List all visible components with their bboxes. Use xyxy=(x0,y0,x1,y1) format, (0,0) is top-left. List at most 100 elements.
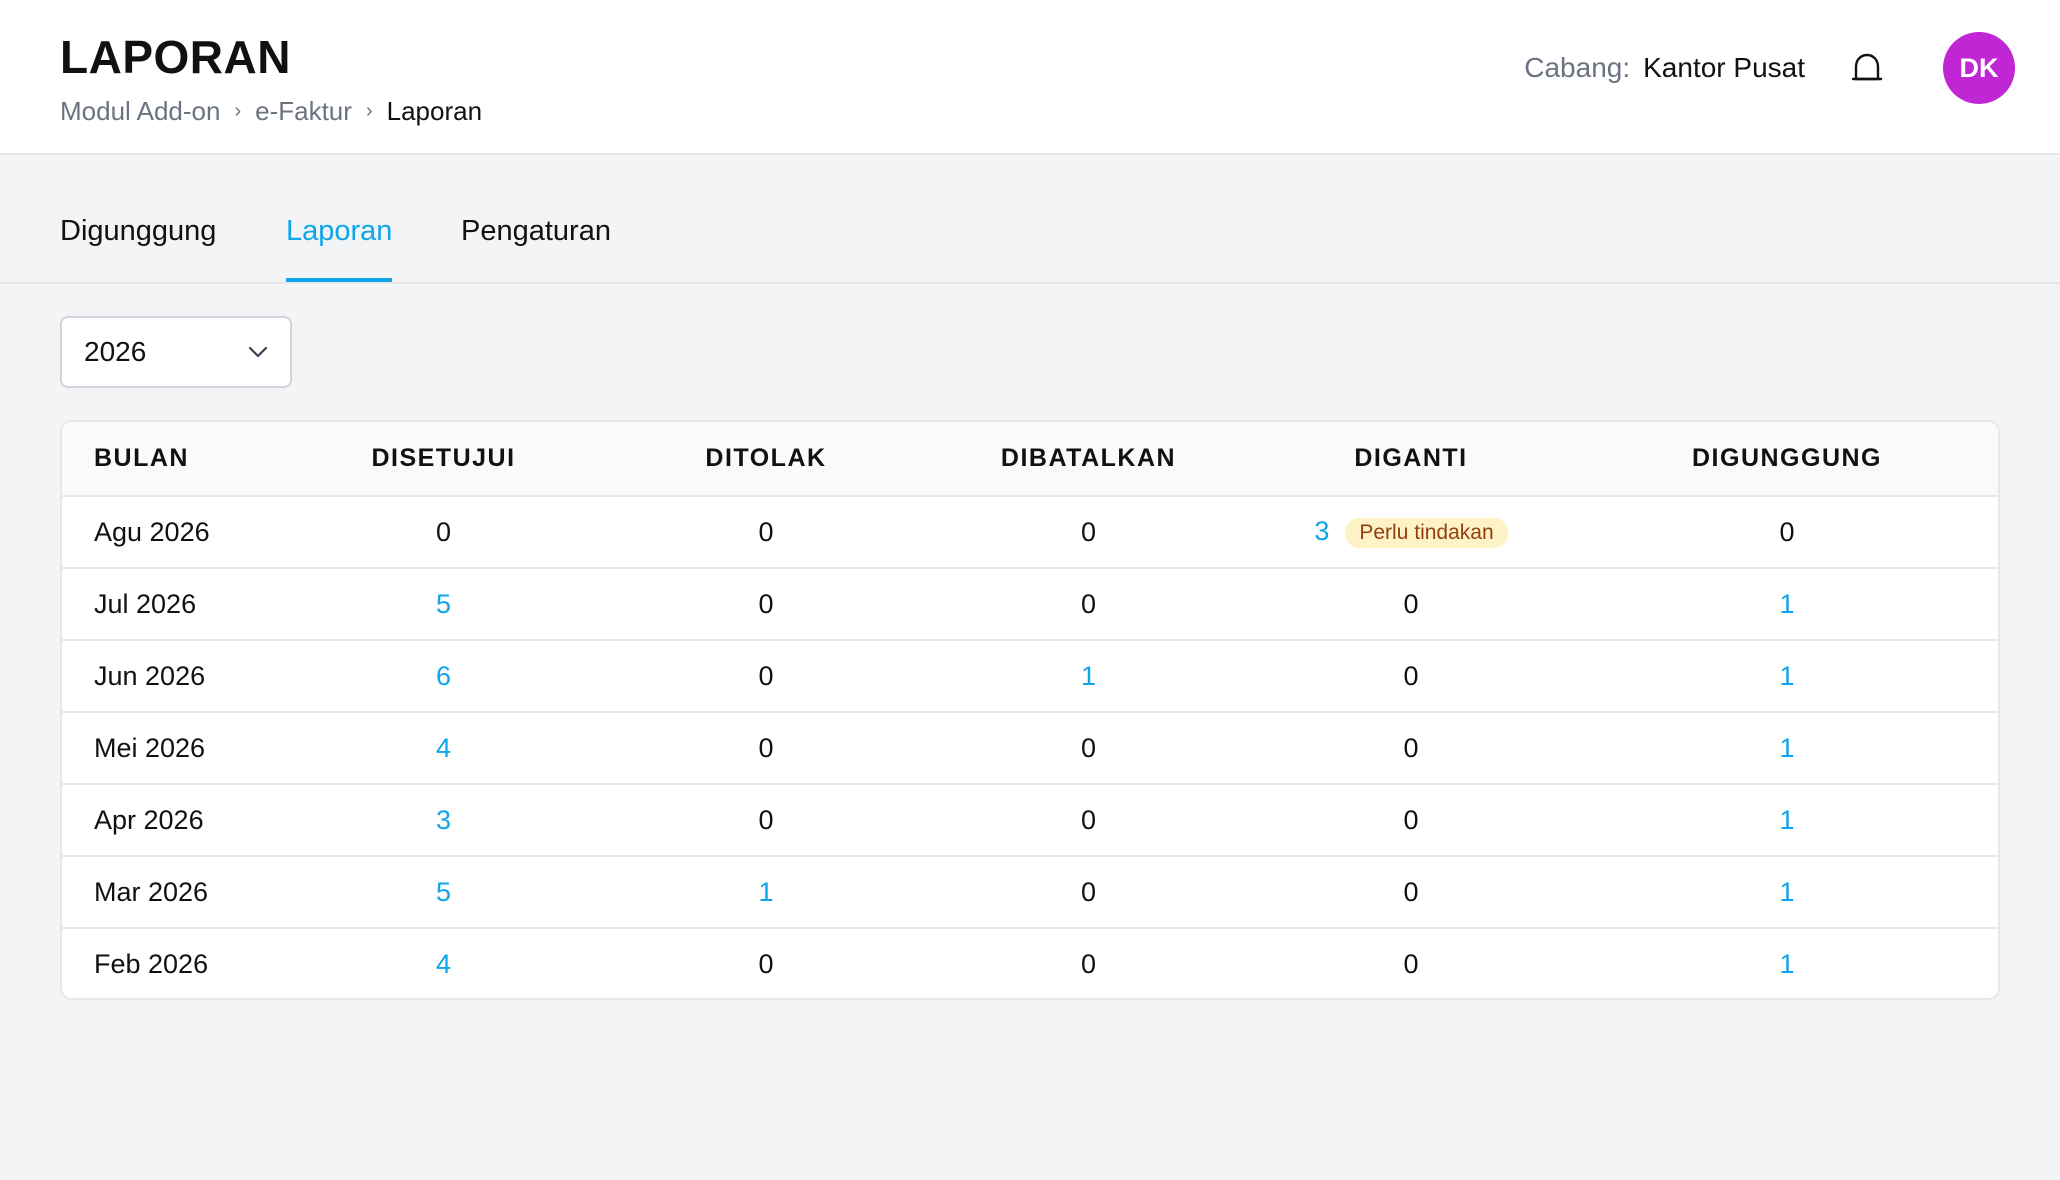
cell-disetujui: 5 xyxy=(282,567,605,640)
cell-bulan: Jul 2026 xyxy=(62,567,282,640)
cell-disetujui-value[interactable]: 5 xyxy=(436,589,451,619)
table-row: Agu 2026 0 0 0 3 Perlu tindakan 0 xyxy=(62,496,1998,568)
cell-disetujui: 5 xyxy=(282,855,605,928)
year-select[interactable]: 2026 xyxy=(60,316,292,388)
cell-dibatalkan: 0 xyxy=(927,855,1250,928)
cell-dibatalkan-value: 0 xyxy=(1080,804,1097,835)
status-badge: Perlu tindakan xyxy=(1345,517,1508,548)
cell-dibatalkan-value: 0 xyxy=(1080,588,1097,619)
cell-ditolak: 0 xyxy=(605,567,927,640)
cell-ditolak: 0 xyxy=(605,711,927,784)
cell-diganti: 0 xyxy=(1250,567,1572,640)
cell-diganti: 0 xyxy=(1250,855,1572,928)
header-actions: Cabang: Kantor Pusat DK xyxy=(1524,32,2015,104)
cell-digunggung-value[interactable]: 1 xyxy=(1779,589,1794,619)
tab-digunggung[interactable]: Digunggung xyxy=(60,215,216,282)
cell-digunggung: 1 xyxy=(1572,855,1998,928)
bell-icon[interactable] xyxy=(1847,48,1887,88)
branch-selector[interactable]: Kantor Pusat xyxy=(1643,52,1805,84)
cell-digunggung: 1 xyxy=(1572,783,1998,856)
column-header-digunggung: DIGUNGGUNG xyxy=(1572,422,1998,497)
cell-dibatalkan-value[interactable]: 1 xyxy=(1081,661,1096,691)
cell-bulan: Apr 2026 xyxy=(62,783,282,856)
cell-diganti-value: 0 xyxy=(1403,588,1419,619)
cell-diganti-value: 0 xyxy=(1403,949,1419,979)
breadcrumb-item-modul[interactable]: Modul Add-on xyxy=(60,96,220,127)
cell-diganti: 0 xyxy=(1250,711,1572,784)
cell-disetujui: 4 xyxy=(282,927,605,998)
cell-disetujui: 6 xyxy=(282,639,605,712)
cell-disetujui: 3 xyxy=(282,783,605,856)
table-row: Apr 2026 3 0 0 0 1 xyxy=(62,783,1998,856)
cell-ditolak-value[interactable]: 1 xyxy=(758,877,773,907)
page-title: LAPORAN xyxy=(60,31,291,83)
table-row: Mei 2026 4 0 0 0 1 xyxy=(62,711,1998,784)
cell-bulan: Jun 2026 xyxy=(62,639,282,712)
breadcrumb: Modul Add-on › e-Faktur › Laporan xyxy=(60,96,482,127)
branch-label: Cabang: xyxy=(1524,52,1631,83)
cell-digunggung-value[interactable]: 1 xyxy=(1779,733,1794,763)
cell-digunggung-value: 0 xyxy=(1779,516,1795,547)
cell-diganti-value: 0 xyxy=(1403,660,1419,691)
cell-diganti-value: 0 xyxy=(1403,804,1419,835)
cell-digunggung-value[interactable]: 1 xyxy=(1779,877,1794,907)
cell-digunggung: 1 xyxy=(1572,567,1998,640)
chevron-down-icon xyxy=(248,346,268,358)
table-row: Feb 2026 4 0 0 0 1 xyxy=(62,927,1998,998)
cell-disetujui: 0 xyxy=(282,496,605,568)
cell-digunggung: 1 xyxy=(1572,711,1998,784)
year-select-value: 2026 xyxy=(84,336,147,367)
table-row: Mar 2026 5 1 0 0 1 xyxy=(62,855,1998,928)
cell-diganti-value[interactable]: 3 xyxy=(1314,516,1329,546)
cell-digunggung-value[interactable]: 1 xyxy=(1779,949,1794,979)
cell-ditolak: 0 xyxy=(605,639,927,712)
cell-diganti: 0 xyxy=(1250,639,1572,712)
cell-bulan: Mei 2026 xyxy=(62,711,282,784)
cell-disetujui-value[interactable]: 3 xyxy=(436,805,451,835)
cell-digunggung-value[interactable]: 1 xyxy=(1779,661,1794,691)
cell-disetujui-value[interactable]: 4 xyxy=(436,949,451,979)
table-row: Jul 2026 5 0 0 0 1 xyxy=(62,567,1998,640)
breadcrumb-separator-icon: › xyxy=(365,100,373,122)
cell-dibatalkan-value: 0 xyxy=(1080,876,1097,907)
cell-digunggung: 1 xyxy=(1572,927,1998,998)
cell-ditolak-value: 0 xyxy=(758,660,774,691)
cell-disetujui-value[interactable]: 4 xyxy=(436,733,451,763)
column-header-disetujui: DISETUJUI xyxy=(282,422,605,497)
table-header-row: BULAN DISETUJUI DITOLAK DIBATALKAN DIGAN… xyxy=(62,422,1998,497)
cell-digunggung-value[interactable]: 1 xyxy=(1779,805,1794,835)
cell-ditolak: 0 xyxy=(605,496,927,568)
column-header-dibatalkan: DIBATALKAN xyxy=(927,422,1250,497)
tab-bar: Digunggung Laporan Pengaturan xyxy=(0,155,2060,284)
cell-dibatalkan: 0 xyxy=(927,927,1250,998)
cell-ditolak-value: 0 xyxy=(758,732,774,763)
cell-ditolak: 0 xyxy=(605,783,927,856)
cell-disetujui-value: 0 xyxy=(435,516,452,547)
cell-ditolak-value: 0 xyxy=(758,588,774,619)
cell-diganti: 3 Perlu tindakan xyxy=(1250,496,1572,568)
cell-ditolak-value: 0 xyxy=(758,804,774,835)
cell-dibatalkan-value: 0 xyxy=(1080,949,1097,979)
cell-diganti: 0 xyxy=(1250,927,1572,998)
app-header: LAPORAN Modul Add-on › e-Faktur › Lapora… xyxy=(0,0,2060,155)
avatar[interactable]: DK xyxy=(1943,32,2015,104)
cell-bulan: Mar 2026 xyxy=(62,855,282,928)
cell-disetujui-value[interactable]: 6 xyxy=(436,661,451,691)
cell-dibatalkan: 1 xyxy=(927,639,1250,712)
cell-dibatalkan: 0 xyxy=(927,783,1250,856)
cell-diganti: 0 xyxy=(1250,783,1572,856)
breadcrumb-item-current: Laporan xyxy=(386,96,483,126)
cell-diganti-value: 0 xyxy=(1403,732,1419,763)
tab-pengaturan[interactable]: Pengaturan xyxy=(461,215,611,282)
cell-dibatalkan-value: 0 xyxy=(1080,732,1097,763)
cell-ditolak: 0 xyxy=(605,927,927,998)
cell-disetujui: 4 xyxy=(282,711,605,784)
column-header-ditolak: DITOLAK xyxy=(605,422,927,497)
breadcrumb-separator-icon: › xyxy=(234,100,242,122)
cell-diganti-value: 0 xyxy=(1403,876,1419,907)
breadcrumb-item-efaktur[interactable]: e-Faktur xyxy=(255,96,352,127)
tab-laporan[interactable]: Laporan xyxy=(286,215,393,282)
cell-disetujui-value[interactable]: 5 xyxy=(436,877,451,907)
cell-ditolak-value: 0 xyxy=(758,949,774,979)
cell-ditolak: 1 xyxy=(605,855,927,928)
